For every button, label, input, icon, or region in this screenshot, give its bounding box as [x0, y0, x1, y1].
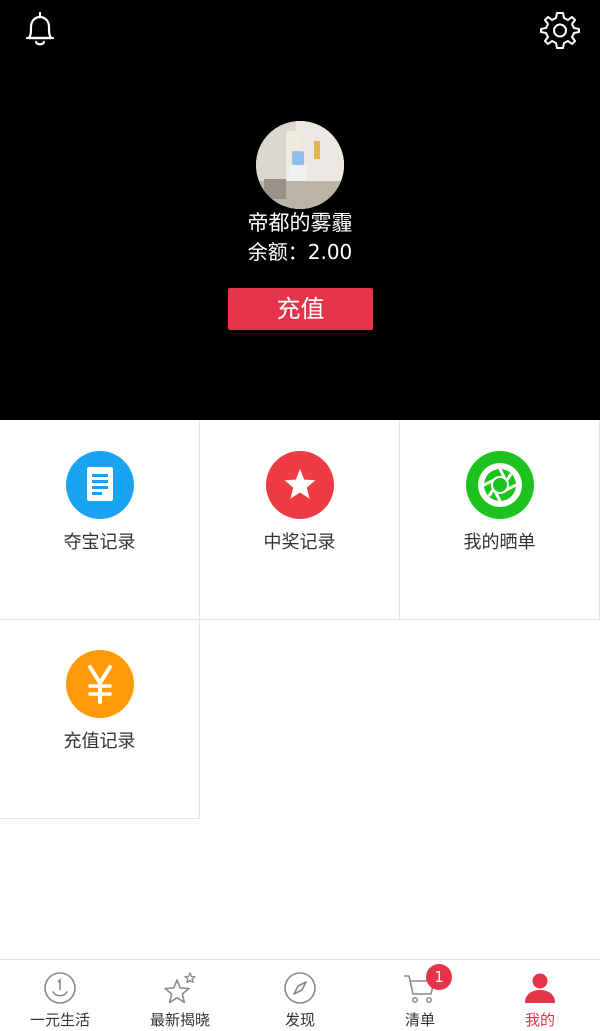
tab-discover[interactable]: 发现 [240, 960, 360, 1031]
tab-latest-reveal[interactable]: 最新揭晓 [120, 960, 240, 1031]
gear-icon [540, 12, 580, 49]
tab-label: 发现 [284, 1011, 315, 1029]
username: 帝都的雾霾 [247, 211, 353, 235]
menu-item-label: 充值记录 [63, 731, 136, 752]
tab-one-yuan-life[interactable]: 一元生活 [0, 960, 120, 1031]
tab-cart[interactable]: 1 清单 [360, 960, 480, 1031]
stars-icon [164, 972, 196, 1004]
notifications-button[interactable] [22, 10, 58, 48]
cart-count-badge: 1 [426, 964, 452, 990]
tab-label: 清单 [404, 1011, 435, 1029]
tab-label: 我的 [524, 1011, 555, 1029]
menu-item-label: 夺宝记录 [63, 532, 136, 553]
avatar[interactable] [256, 121, 344, 209]
document-icon [66, 451, 134, 519]
tab-label: 一元生活 [29, 1011, 90, 1029]
compass-icon [284, 972, 316, 1004]
bell-icon [25, 11, 55, 46]
menu-item-my-shares[interactable]: 我的晒单 [400, 421, 600, 620]
profile-header: 帝都的雾霾 余额：2.00 充值 [0, 0, 600, 420]
menu-item-recharge-records[interactable]: 充值记录 [0, 620, 200, 819]
settings-button[interactable] [540, 10, 580, 50]
aperture-icon [466, 451, 534, 519]
user-icon [525, 973, 555, 1003]
recharge-button[interactable]: 充值 [228, 288, 373, 330]
menu-item-label: 中奖记录 [263, 532, 336, 553]
tab-mine[interactable]: 我的 [480, 960, 600, 1031]
menu-item-label: 我的晒单 [463, 532, 536, 553]
balance-text: 余额：2.00 [247, 240, 353, 264]
avatar-photo [256, 121, 344, 209]
star-icon [266, 451, 334, 519]
menu-item-treasure-records[interactable]: 夺宝记录 [0, 421, 200, 620]
menu-item-winning-records[interactable]: 中奖记录 [200, 421, 400, 620]
yen-icon [66, 650, 134, 718]
tab-label: 最新揭晓 [149, 1011, 210, 1029]
smiley-coin-icon [44, 972, 76, 1004]
bottom-tab-bar: 一元生活 最新揭晓 发现 1 清单 我的 [0, 959, 600, 1031]
